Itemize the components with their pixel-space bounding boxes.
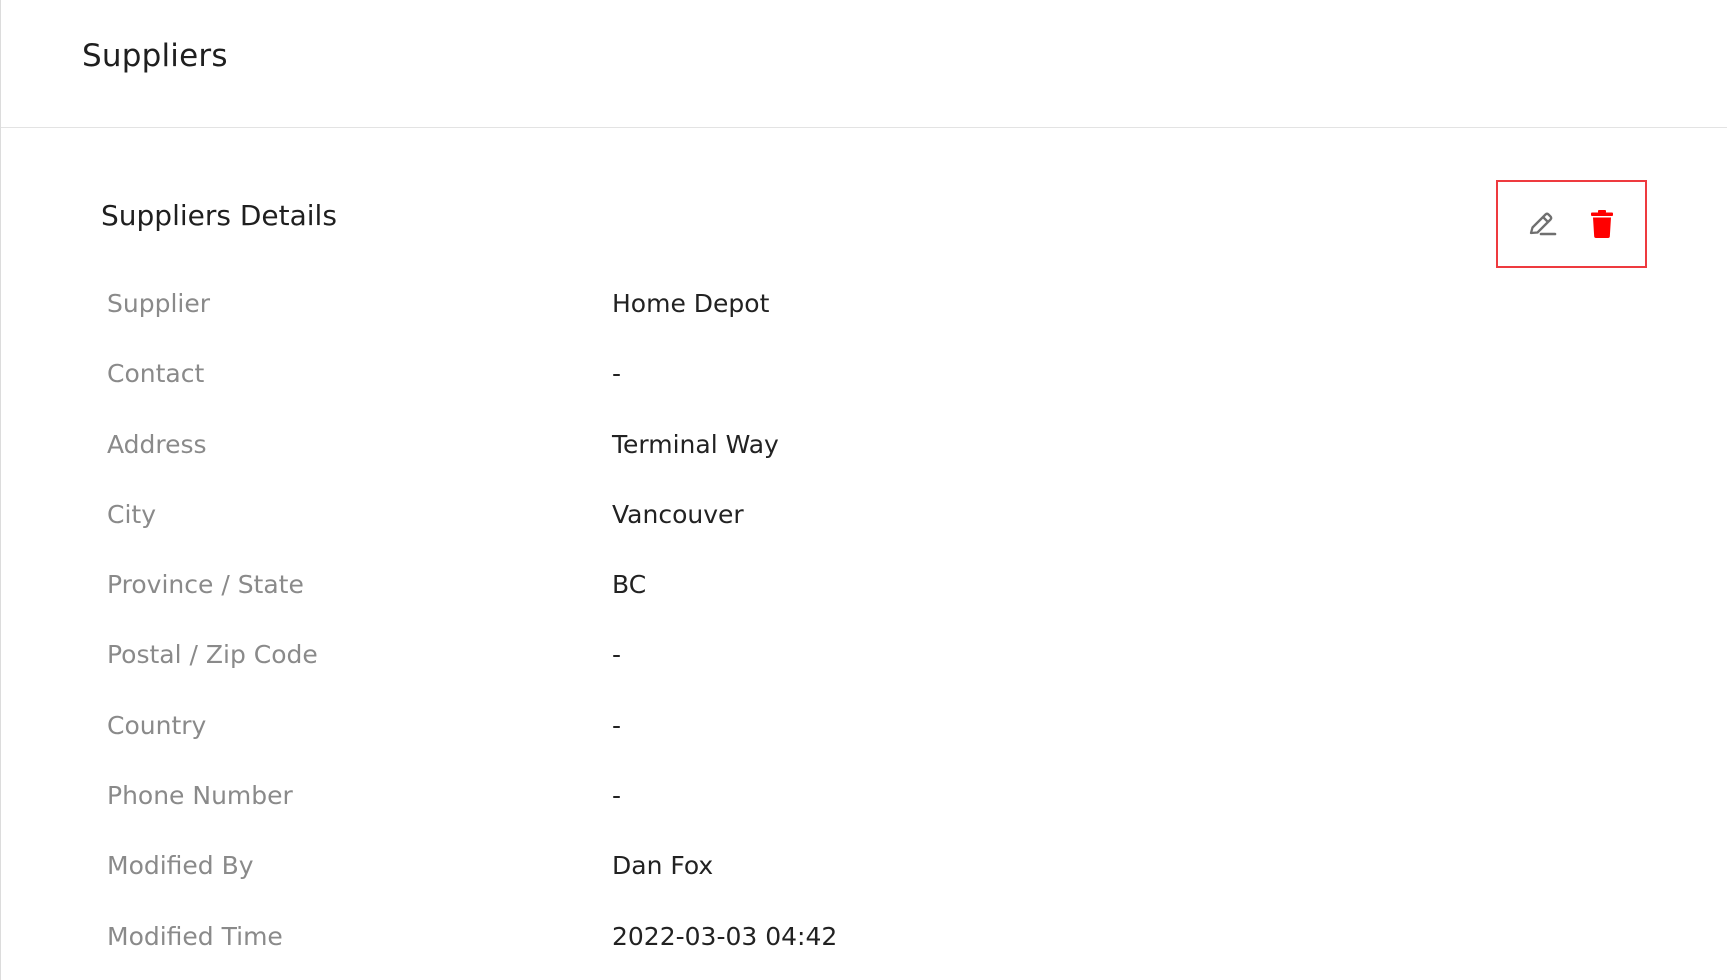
delete-button[interactable] <box>1587 208 1617 240</box>
detail-row-modified-by: Modified By Dan Fox <box>1 833 1727 903</box>
detail-label: Country <box>107 710 207 740</box>
page-title: Suppliers <box>82 38 228 74</box>
edit-pencil-icon <box>1529 212 1556 236</box>
detail-value: BC <box>612 570 647 600</box>
detail-row-modified-time: Modified Time 2022-03-03 04:42 <box>1 904 1727 974</box>
detail-label: Address <box>107 429 207 459</box>
detail-value: Terminal Way <box>612 429 779 459</box>
detail-row-province-state: Province / State BC <box>1 552 1727 622</box>
detail-label: Phone Number <box>107 781 293 811</box>
detail-label: Supplier <box>107 289 211 318</box>
detail-row-city: City Vancouver <box>1 482 1727 552</box>
detail-label: City <box>107 499 156 529</box>
detail-label: Modified Time <box>107 921 283 951</box>
detail-value: Home Depot <box>612 289 770 318</box>
detail-row-address: Address Terminal Way <box>1 412 1727 482</box>
detail-label: Postal / Zip Code <box>107 640 318 670</box>
detail-value: - <box>612 359 622 389</box>
supplier-details-list: Supplier Home Depot Contact - Address Te… <box>1 271 1727 974</box>
detail-row-country: Country - <box>1 693 1727 763</box>
detail-row-contact: Contact - <box>1 341 1727 411</box>
detail-value: - <box>612 640 622 670</box>
detail-row-postal-zip-code: Postal / Zip Code - <box>1 622 1727 692</box>
detail-label: Contact <box>107 359 205 389</box>
detail-label: Province / State <box>107 570 304 600</box>
page-header: Suppliers <box>1 0 1727 128</box>
section-title: Suppliers Details <box>101 199 337 232</box>
detail-value: 2022-03-03 04:42 <box>612 921 838 951</box>
detail-value: Vancouver <box>612 499 744 529</box>
detail-label: Modified By <box>107 851 254 881</box>
detail-row-phone-number: Phone Number - <box>1 763 1727 833</box>
trash-icon <box>1590 210 1613 238</box>
detail-value: Dan Fox <box>612 851 714 881</box>
detail-value: - <box>612 781 622 811</box>
detail-row-supplier: Supplier Home Depot <box>1 271 1727 341</box>
detail-value: - <box>612 710 622 740</box>
edit-button[interactable] <box>1527 208 1557 240</box>
record-actions <box>1496 180 1647 268</box>
supplier-detail-page: Suppliers Suppliers Details Supplier Hom… <box>0 0 1727 980</box>
